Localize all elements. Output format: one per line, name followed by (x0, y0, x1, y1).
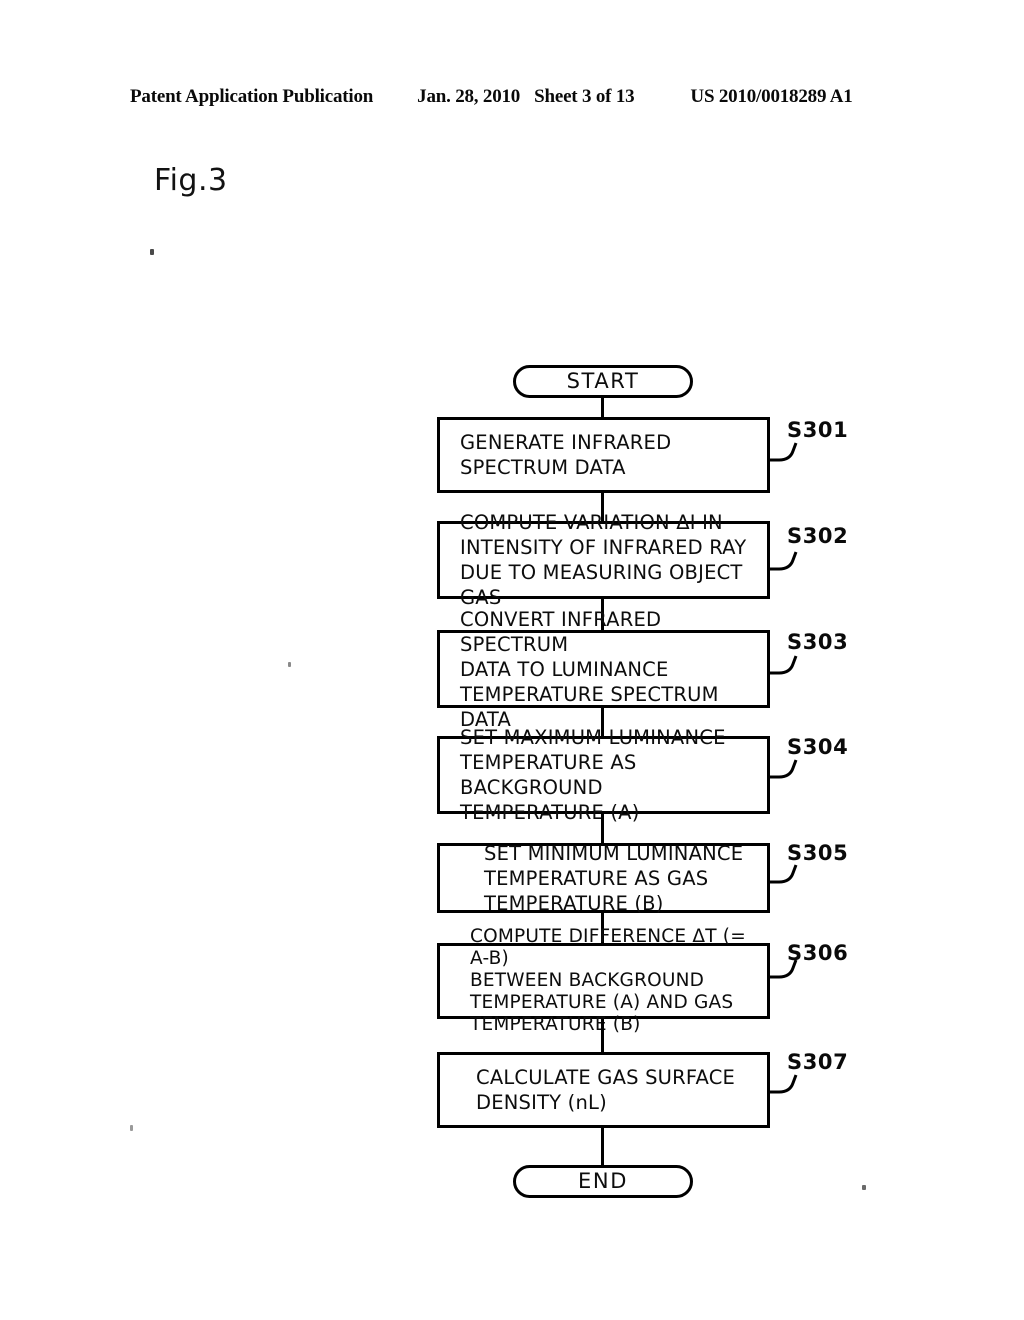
flow-step-ref-s306: S306 (787, 941, 849, 965)
flow-step-ref-s303: S303 (787, 630, 849, 654)
flow-step-box-s307: CALCULATE GAS SURFACE DENSITY (nL) (437, 1052, 770, 1128)
flow-end-label: END (578, 1169, 628, 1193)
flow-step-box-s306: COMPUTE DIFFERENCE ΔT (= A-B) BETWEEN BA… (437, 926, 770, 1035)
flow-step-text-s305: SET MINIMUM LUMINANCE TEMPERATURE AS GAS… (484, 841, 744, 915)
flow-start-label: START (566, 369, 640, 393)
flowchart: START GENERATE INFRARED SPECTRUM DATA S3… (0, 0, 1024, 1320)
flow-step-box-s305: SET MINIMUM LUMINANCE TEMPERATURE AS GAS… (437, 841, 770, 915)
flow-step-box-s301: GENERATE INFRARED SPECTRUM DATA (437, 417, 770, 493)
flow-step-box-s303: CONVERT INFRARED SPECTRUM DATA TO LUMINA… (437, 608, 770, 731)
connector-start-to-s301 (601, 398, 604, 417)
flow-step-box-s302: COMPUTE VARIATION ΔI IN INTENSITY OF INF… (437, 511, 770, 609)
connector-s307-to-end (601, 1128, 604, 1165)
flow-end-terminator: END (513, 1165, 693, 1198)
patent-figure-page: Patent Application Publication Jan. 28, … (0, 0, 1024, 1320)
flow-step-ref-s301: S301 (787, 418, 849, 442)
leader-line-s302 (768, 545, 808, 579)
flow-step-ref-s302: S302 (787, 524, 849, 548)
connector-s304-to-s305 (601, 814, 604, 843)
flow-step-ref-s304: S304 (787, 735, 849, 759)
flow-step-ref-s305: S305 (787, 841, 849, 865)
flow-step-box-s304: SET MAXIMUM LUMINANCE TEMPERATURE AS BAC… (437, 726, 770, 824)
leader-svg-s302 (769, 551, 798, 571)
connector-s306-to-s307 (601, 1019, 604, 1052)
flow-step-text-s302: COMPUTE VARIATION ΔI IN INTENSITY OF INF… (460, 511, 747, 609)
flow-step-ref-s307: S307 (787, 1050, 849, 1074)
flow-step-text-s307: CALCULATE GAS SURFACE DENSITY (nL) (476, 1066, 736, 1114)
flow-step-text-s304: SET MAXIMUM LUMINANCE TEMPERATURE AS BAC… (460, 726, 726, 824)
flow-start-terminator: START (513, 365, 693, 398)
flow-step-text-s301: GENERATE INFRARED SPECTRUM DATA (460, 431, 672, 479)
